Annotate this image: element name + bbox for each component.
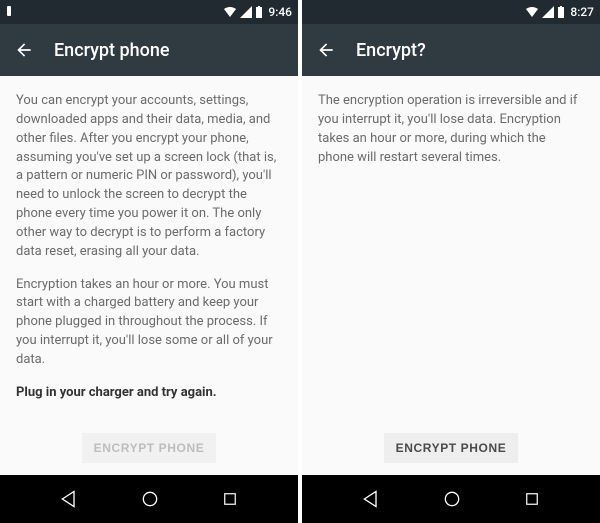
cellular-icon — [240, 6, 252, 18]
content: You can encrypt your accounts, settings,… — [0, 76, 298, 475]
body-paragraph-2: Encryption takes an hour or more. You mu… — [16, 276, 282, 370]
encrypt-phone-button: ENCRYPT PHONE — [82, 433, 217, 463]
status-time: 8:27 — [570, 5, 594, 19]
status-bar: 9:46 — [0, 0, 298, 24]
nav-home-icon[interactable] — [442, 489, 462, 509]
status-bar: 8:27 — [302, 0, 600, 24]
status-time: 9:46 — [268, 5, 292, 19]
nav-back-icon[interactable] — [59, 489, 79, 509]
wifi-icon — [525, 6, 539, 18]
battery-icon — [557, 6, 565, 18]
app-bar: Encrypt phone — [0, 24, 298, 76]
nav-home-icon[interactable] — [140, 489, 160, 509]
body-paragraph-1: The encryption operation is irreversible… — [318, 92, 584, 167]
content: The encryption operation is irreversible… — [302, 76, 600, 475]
cta-bar: ENCRYPT PHONE — [0, 421, 298, 475]
charger-warning: Plug in your charger and try again. — [16, 384, 282, 403]
nav-recents-icon[interactable] — [221, 490, 239, 508]
battery-icon — [255, 6, 263, 18]
nav-back-icon[interactable] — [361, 489, 381, 509]
phone-left: 9:46 Encrypt phone You can encrypt your … — [0, 0, 298, 523]
phone-right: 8:27 Encrypt? The encryption operation i… — [302, 0, 600, 523]
navigation-bar — [302, 475, 600, 523]
back-icon[interactable] — [316, 40, 336, 60]
notification-icon — [6, 6, 12, 18]
page-title: Encrypt? — [356, 40, 426, 61]
cellular-icon — [542, 6, 554, 18]
nav-recents-icon[interactable] — [523, 490, 541, 508]
page-title: Encrypt phone — [54, 40, 170, 61]
wifi-icon — [223, 6, 237, 18]
body-paragraph-1: You can encrypt your accounts, settings,… — [16, 92, 282, 262]
cta-bar: ENCRYPT PHONE — [302, 421, 600, 475]
back-icon[interactable] — [14, 40, 34, 60]
app-bar: Encrypt? — [302, 24, 600, 76]
encrypt-phone-button[interactable]: ENCRYPT PHONE — [384, 433, 519, 463]
navigation-bar — [0, 475, 298, 523]
